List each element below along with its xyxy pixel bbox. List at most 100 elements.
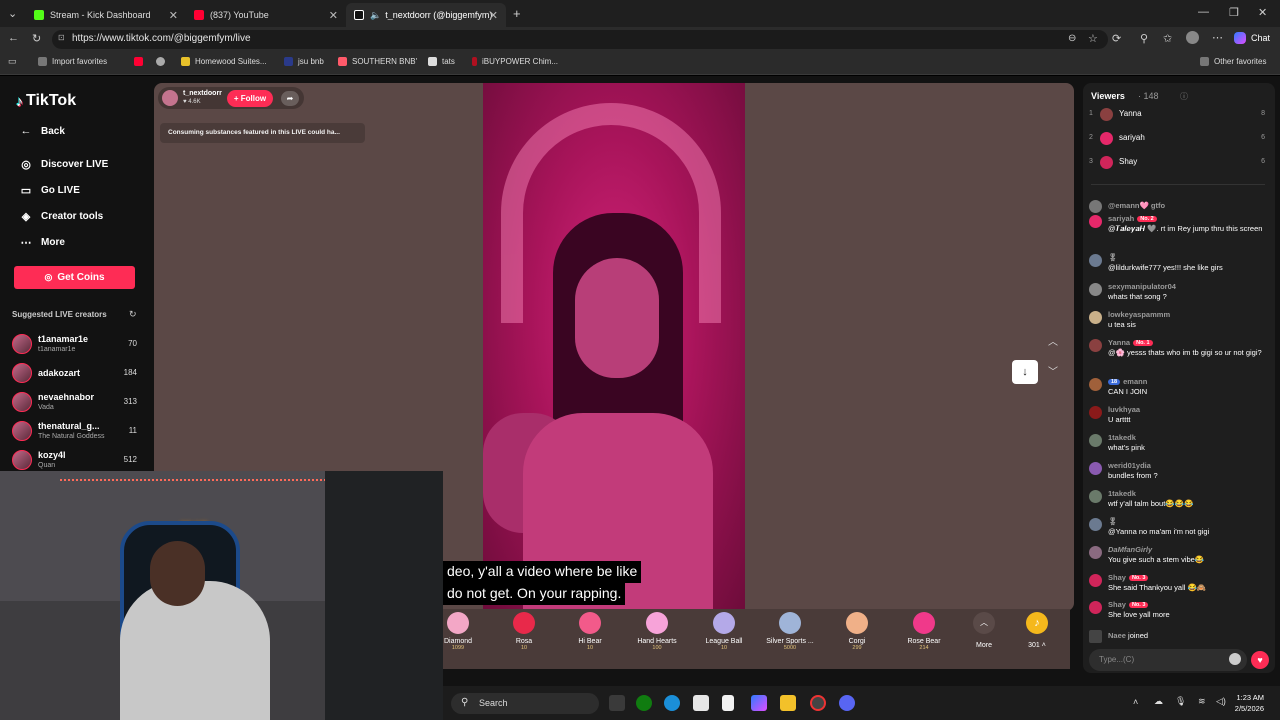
edge-icon[interactable] <box>664 695 680 711</box>
favorite-star-icon[interactable]: ☆ <box>1088 32 1098 45</box>
extensions-icon[interactable]: ⟳ <box>1112 32 1121 45</box>
caption-line: deo, y'all a video where be like <box>443 561 642 583</box>
copilot-icon[interactable] <box>751 695 767 711</box>
reading-list-icon[interactable]: ▭ <box>8 56 17 67</box>
onedrive-icon[interactable]: ☁ <box>1154 696 1163 707</box>
gift-item[interactable]: Corgi 299 <box>824 612 890 651</box>
more-menu-icon[interactable]: ⋯ <box>1212 31 1223 44</box>
nav-creator-tools[interactable]: ◈ Creator tools <box>18 210 103 223</box>
fav-homewood[interactable]: Homewood Suites... <box>181 57 267 66</box>
fav-globe[interactable] <box>156 57 170 66</box>
search-icon: ⚲ <box>461 697 469 708</box>
creator-item[interactable]: nevaehnabor Vada 313 <box>10 390 140 416</box>
gift-price: 10 <box>520 645 528 651</box>
wifi-icon[interactable]: ≋ <box>1198 696 1206 707</box>
creator-name: adakozart <box>38 368 81 378</box>
volume-icon[interactable]: ◁) <box>1216 696 1226 707</box>
creator-item[interactable]: thenatural_g... The Natural Goddess 11 <box>10 419 140 445</box>
fav-youtube[interactable] <box>134 57 148 66</box>
xbox-icon[interactable] <box>636 695 652 711</box>
tab-tiktok[interactable]: 🔈 t_nextdoorr (@biggemfym) is ✕ <box>346 3 506 27</box>
emoji-icon[interactable] <box>1229 653 1241 665</box>
favorites-icon[interactable]: ✩ <box>1163 32 1172 45</box>
follow-button[interactable]: + Follow <box>227 90 273 107</box>
fav-tats[interactable]: tats <box>428 57 455 66</box>
microphone-icon[interactable]: 🎙 <box>1175 696 1186 707</box>
creator-name: t1anamar1e <box>38 334 89 344</box>
gift-item[interactable]: Silver Sports ... 5000 <box>757 612 823 651</box>
favorites-bar: ▭ Import favorites Homewood Suites... js… <box>0 52 1280 75</box>
url-field[interactable]: ⊡ https://www.tiktok.com/@biggemfym/live <box>52 30 1108 49</box>
info-icon[interactable]: ⓘ <box>1180 91 1188 102</box>
tab-actions-icon[interactable]: ⌄ <box>8 7 17 20</box>
new-tab-icon[interactable]: + <box>513 6 521 21</box>
back-icon[interactable]: ← <box>8 32 19 44</box>
close-icon[interactable]: ✕ <box>329 9 338 22</box>
minimize-icon[interactable]: — <box>1198 6 1209 18</box>
chat-input[interactable]: Type...(C) <box>1089 649 1247 671</box>
gift-item[interactable]: Hand Hearts 100 <box>624 612 690 651</box>
tab-kick[interactable]: Stream - Kick Dashboard ✕ <box>26 3 186 27</box>
gift-item[interactable]: League Ball 10 <box>691 612 757 651</box>
get-coins-button[interactable]: ◎ Get Coins <box>14 266 135 289</box>
heart-icon[interactable]: ♥ <box>1251 651 1269 669</box>
nav-back[interactable]: ← Back <box>18 125 65 137</box>
file-explorer-icon[interactable] <box>780 695 796 711</box>
chevron-up-icon[interactable]: ˄ <box>1133 697 1138 707</box>
nav-discover-live[interactable]: ◎ Discover LIVE <box>18 158 108 171</box>
share-icon[interactable]: ➦ <box>281 91 299 106</box>
top-viewer[interactable]: 2 sariyah 6 <box>1089 132 1265 146</box>
app-icon[interactable] <box>810 695 826 711</box>
profile-avatar[interactable] <box>1186 31 1199 44</box>
download-icon[interactable]: ↓ <box>1012 360 1038 384</box>
top-viewer[interactable]: 3 Shay 6 <box>1089 156 1265 170</box>
speaker-icon[interactable]: 🔈 <box>370 10 381 21</box>
nav-go-live[interactable]: ▭ Go LIVE <box>18 184 80 197</box>
restore-icon[interactable]: ❐ <box>1229 6 1239 19</box>
fav-other[interactable]: Other favorites <box>1200 57 1266 66</box>
creator-item[interactable]: adakozart 184 <box>10 361 140 387</box>
gift-more-button[interactable]: ︿ More <box>951 612 1017 649</box>
comment-user: 1takedk <box>1108 433 1136 442</box>
close-icon[interactable]: ✕ <box>489 9 498 22</box>
fav-southern[interactable]: SOUTHERN BNB' <box>338 57 417 66</box>
notepad-icon[interactable] <box>722 695 734 711</box>
avatar <box>1089 339 1102 352</box>
more-label: More <box>976 642 992 649</box>
close-icon[interactable]: ✕ <box>169 9 178 22</box>
taskbar-search[interactable]: ⚲ Search <box>451 693 599 714</box>
fav-ibuypower[interactable]: iBUYPOWER Chim... <box>472 57 558 66</box>
copilot-chat-button[interactable]: Chat <box>1234 32 1270 44</box>
discord-icon[interactable] <box>839 695 855 711</box>
task-view-icon[interactable] <box>609 695 625 711</box>
chat-comment[interactable]: @emann🩷 gtfo <box>1089 199 1267 213</box>
creator-item[interactable]: t1anamar1e t1anamar1e 70 <box>10 332 140 358</box>
likes-count: 4.6K <box>188 99 201 105</box>
tiktok-note-icon: ♪ <box>16 93 23 109</box>
nav-more[interactable]: ⋯ More <box>18 236 65 249</box>
fav-jsu[interactable]: jsu bnb <box>284 57 324 66</box>
gift-icon <box>447 612 469 634</box>
gift-icon <box>713 612 735 634</box>
avatar <box>12 334 32 354</box>
tab-youtube[interactable]: (837) YouTube ✕ <box>186 3 346 27</box>
collections-icon[interactable]: ⚲ <box>1140 32 1148 45</box>
fav-import[interactable]: Import favorites <box>38 57 107 66</box>
gift-item[interactable]: Rosa 10 <box>491 612 557 651</box>
tiktok-logo[interactable]: ♪ TikTok <box>16 92 76 110</box>
avatar <box>1089 311 1102 324</box>
clock[interactable]: 1:23 AM 2/5/2026 <box>1235 692 1264 714</box>
gift-name: League Ball <box>705 638 743 645</box>
chevron-up-icon[interactable]: ︿ <box>1044 333 1062 348</box>
store-icon[interactable] <box>693 695 709 711</box>
refresh-icon[interactable]: ↻ <box>32 32 41 45</box>
live-video[interactable] <box>483 83 745 611</box>
window-close-icon[interactable]: ✕ <box>1258 6 1267 19</box>
zoom-icon[interactable]: ⊖ <box>1068 33 1076 44</box>
gift-item[interactable]: Hi Bear 10 <box>557 612 623 651</box>
refresh-icon[interactable]: ↻ <box>129 309 137 320</box>
top-viewer[interactable]: 1 Yanna 8 <box>1089 108 1265 122</box>
gift-item[interactable]: Rose Bear 214 <box>891 612 957 651</box>
chevron-down-icon[interactable]: ﹀ <box>1044 363 1062 378</box>
coin-balance[interactable]: ♪ 301 ˄ <box>1009 612 1065 649</box>
